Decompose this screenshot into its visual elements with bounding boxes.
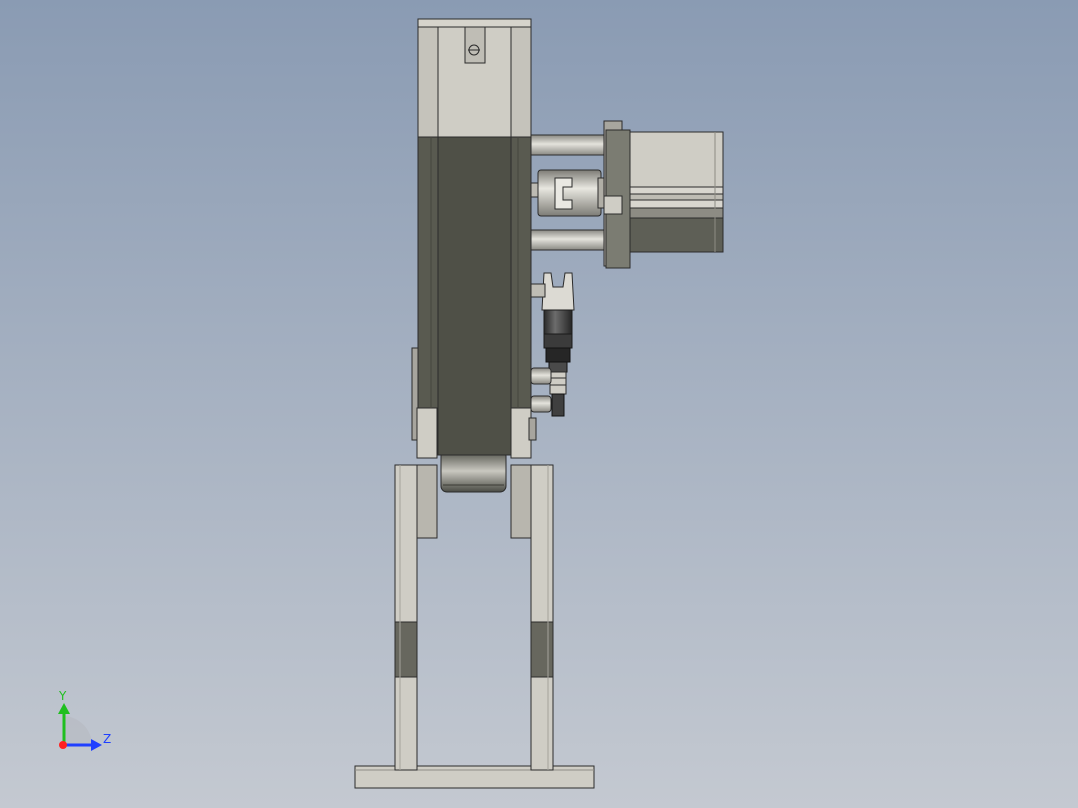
motor-flange[interactable]	[603, 120, 631, 269]
guide-rod-lower	[530, 229, 607, 251]
main-column-body[interactable]	[417, 136, 532, 456]
z-axis-label: Z	[103, 732, 112, 746]
guide-rod-upper	[530, 134, 607, 156]
cad-viewport[interactable]: Y Z	[0, 0, 1078, 808]
bottom-roller[interactable]	[440, 449, 507, 493]
servo-motor[interactable]	[629, 131, 724, 253]
base-plate[interactable]	[354, 765, 595, 789]
model-scene[interactable]	[0, 0, 1078, 808]
shaft-coupling[interactable]	[530, 169, 607, 217]
main-column-top-block[interactable]	[417, 18, 532, 138]
y-axis-label: Y	[59, 689, 67, 703]
